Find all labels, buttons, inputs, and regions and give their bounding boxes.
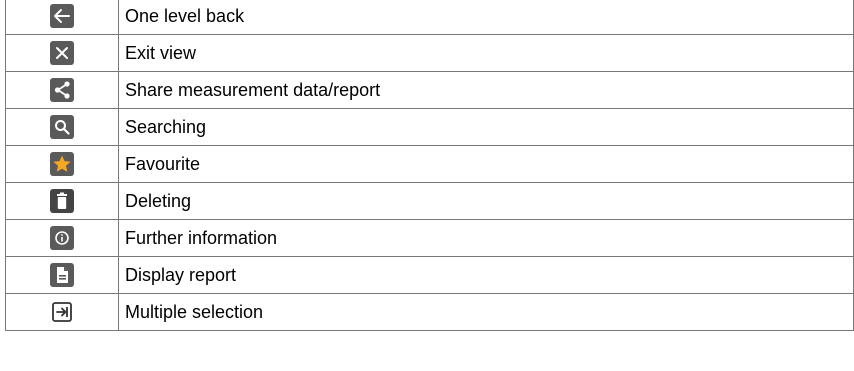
label-cell: Deleting bbox=[118, 182, 854, 220]
table-row: Display report bbox=[5, 256, 854, 294]
table-row: Deleting bbox=[5, 182, 854, 220]
table-row: Exit view bbox=[5, 34, 854, 72]
multiple-selection-icon bbox=[50, 300, 74, 324]
label-cell: Favourite bbox=[118, 145, 854, 183]
table-row: Share measurement data/report bbox=[5, 71, 854, 109]
info-icon bbox=[50, 226, 74, 250]
icon-cell bbox=[5, 71, 119, 109]
icon-cell bbox=[5, 34, 119, 72]
trash-icon bbox=[50, 189, 74, 213]
label-cell: Share measurement data/report bbox=[118, 71, 854, 109]
icon-cell bbox=[5, 108, 119, 146]
close-icon bbox=[50, 41, 74, 65]
back-arrow-icon bbox=[50, 4, 74, 28]
share-icon bbox=[50, 78, 74, 102]
table-row: Searching bbox=[5, 108, 854, 146]
icon-cell bbox=[5, 145, 119, 183]
star-icon bbox=[50, 152, 74, 176]
label-cell: Display report bbox=[118, 256, 854, 294]
icon-legend-table: One level back Exit view Share measureme… bbox=[5, 0, 854, 331]
icon-cell bbox=[5, 0, 119, 35]
label-cell: One level back bbox=[118, 0, 854, 35]
icon-cell bbox=[5, 293, 119, 331]
label-cell: Multiple selection bbox=[118, 293, 854, 331]
icon-cell bbox=[5, 256, 119, 294]
label-cell: Further information bbox=[118, 219, 854, 257]
search-icon bbox=[50, 115, 74, 139]
table-row: Further information bbox=[5, 219, 854, 257]
table-row: Favourite bbox=[5, 145, 854, 183]
icon-cell bbox=[5, 219, 119, 257]
label-cell: Exit view bbox=[118, 34, 854, 72]
table-row: Multiple selection bbox=[5, 293, 854, 331]
table-row: One level back bbox=[5, 0, 854, 35]
document-icon bbox=[50, 263, 74, 287]
label-cell: Searching bbox=[118, 108, 854, 146]
icon-cell bbox=[5, 182, 119, 220]
